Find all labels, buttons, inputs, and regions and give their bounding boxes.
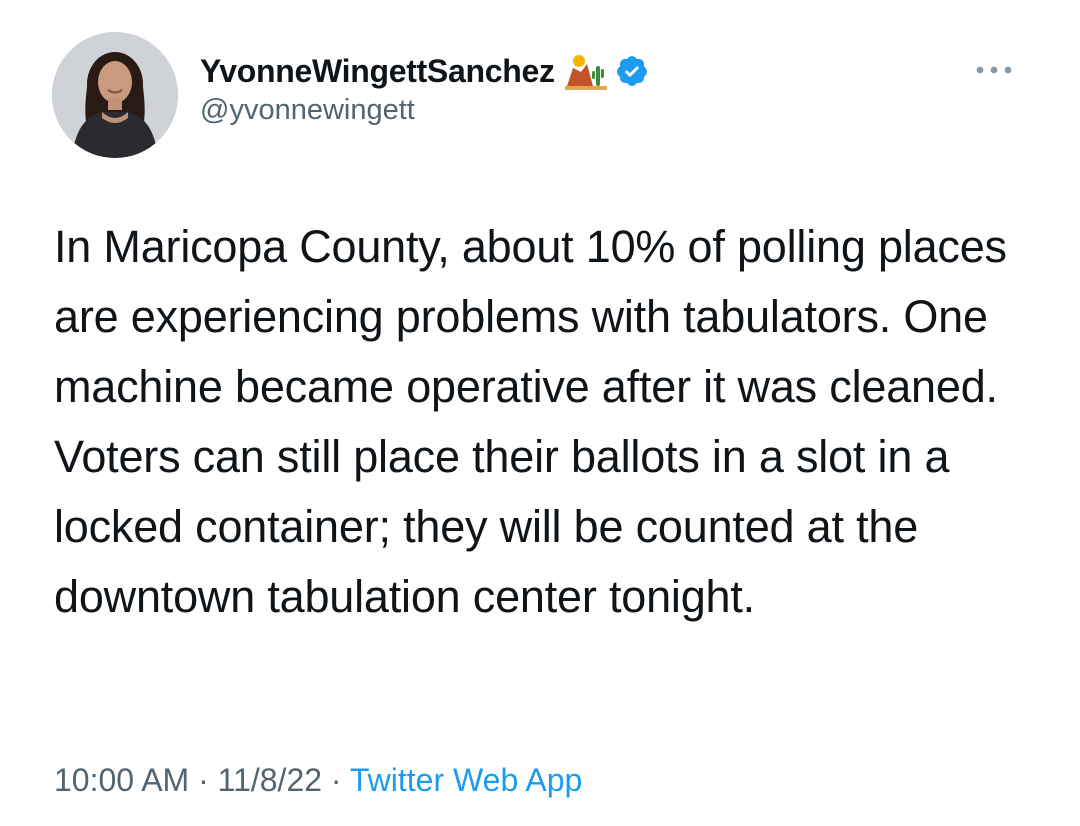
meta-separator: · — [330, 762, 342, 798]
author-block: YvonneWingettSanchez @yvonnewingett — [200, 48, 649, 127]
tweet-card: YvonneWingettSanchez @yvonnewingett In M… — [0, 0, 1080, 826]
handle[interactable]: @yvonnewingett — [200, 94, 649, 127]
tweet-metadata: 10:00 AM · 11/8/22 · Twitter Web App — [54, 762, 582, 799]
tweet-text: In Maricopa County, about 10% of polling… — [54, 221, 1007, 622]
tweet-time[interactable]: 10:00 AM — [54, 762, 189, 798]
desert-cactus-icon — [564, 52, 607, 90]
display-name[interactable]: YvonneWingettSanchez — [200, 53, 555, 90]
meta-separator: · — [198, 762, 209, 798]
tweet-date[interactable]: 11/8/22 — [218, 762, 322, 798]
verified-badge-icon — [615, 54, 649, 88]
tweet-source-link[interactable]: Twitter Web App — [350, 762, 582, 798]
avatar[interactable] — [52, 32, 178, 158]
avatar-photo — [52, 32, 178, 158]
more-options-icon[interactable] — [974, 62, 1014, 78]
name-row: YvonneWingettSanchez — [200, 48, 649, 94]
